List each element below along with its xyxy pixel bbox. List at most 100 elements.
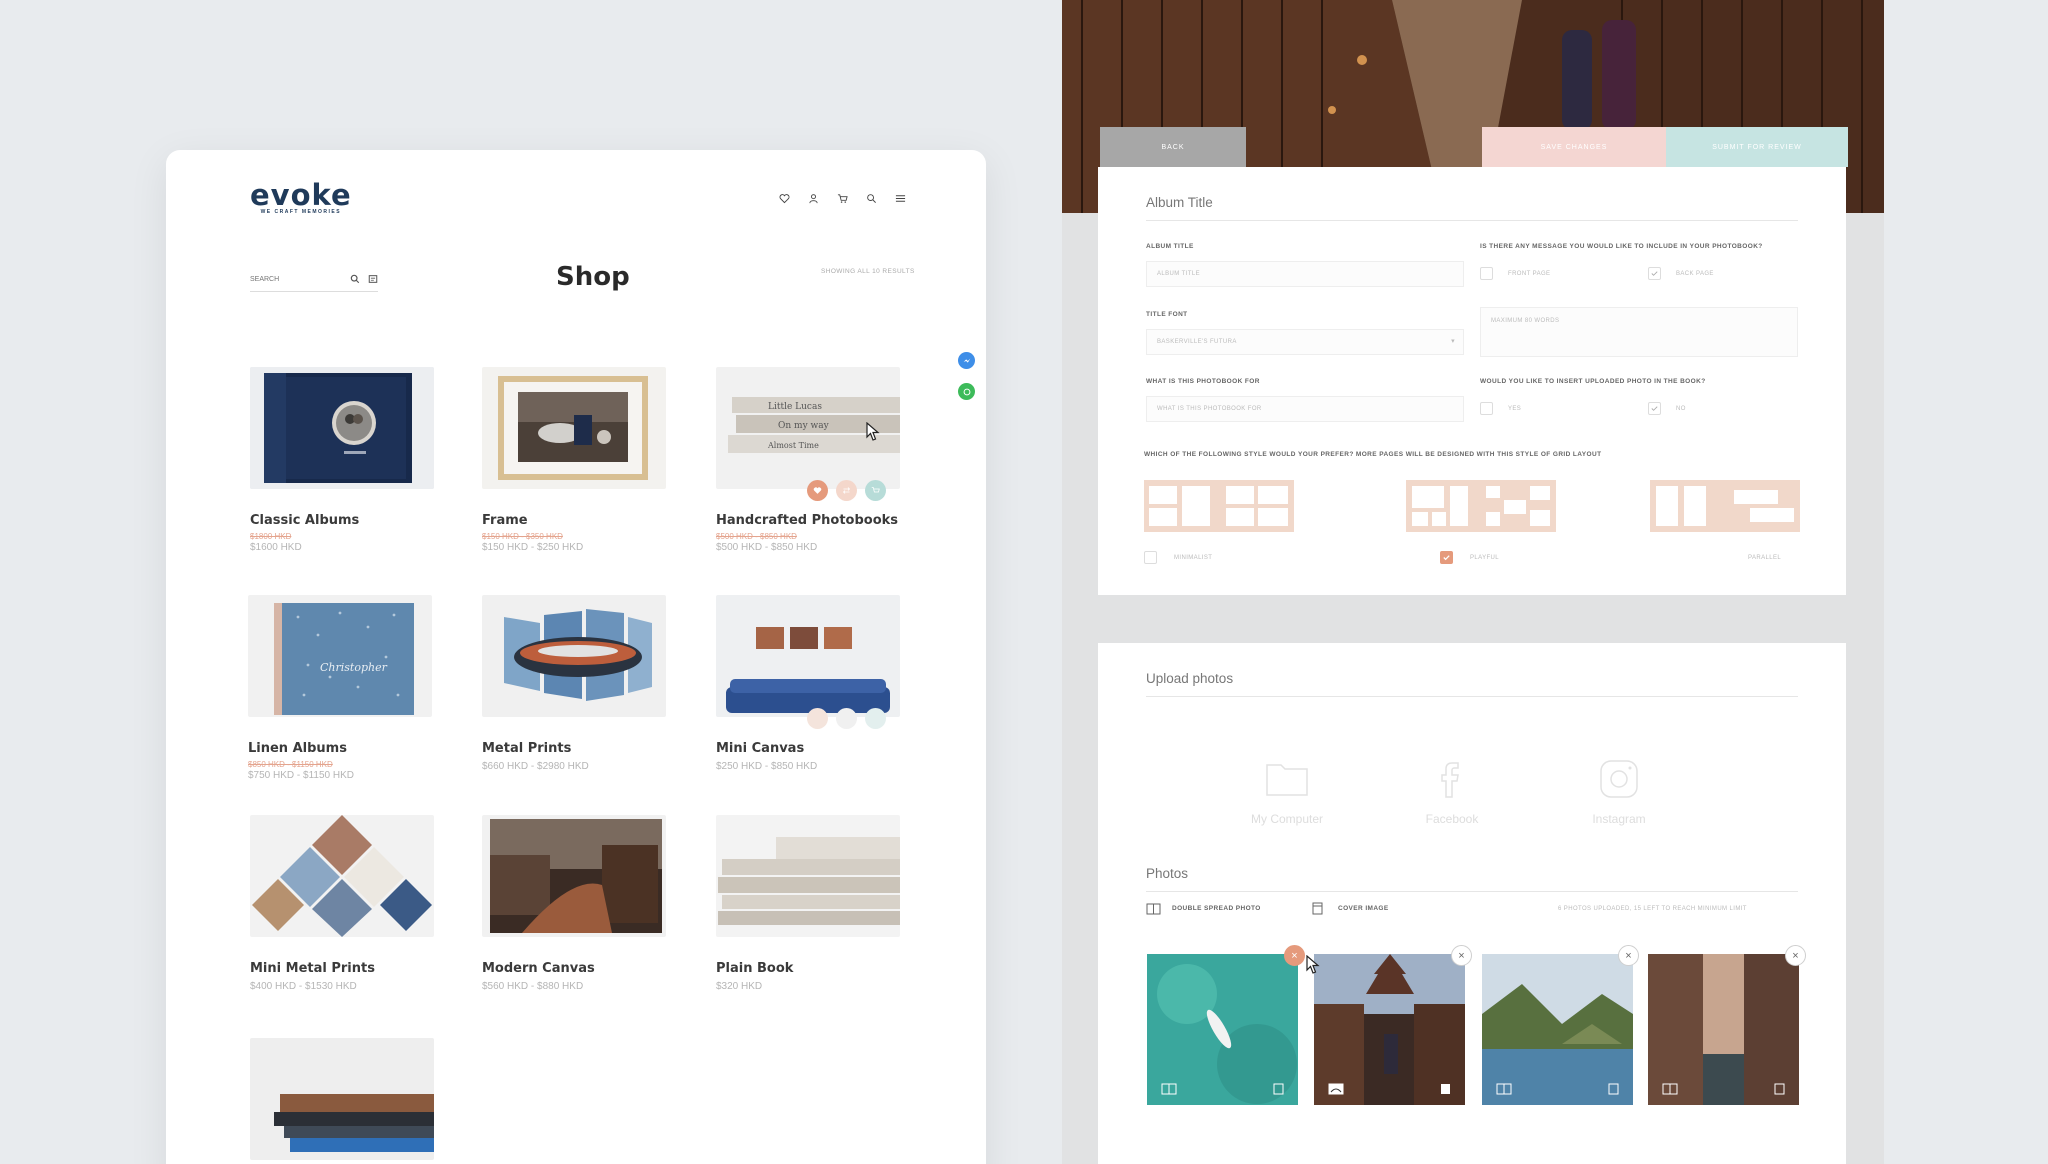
product-image[interactable] [482, 367, 666, 489]
remove-photo-icon[interactable]: × [1451, 945, 1472, 966]
product-image[interactable] [250, 1038, 434, 1160]
spine-text: On my way [778, 421, 830, 431]
product-name[interactable]: Linen Albums [248, 741, 434, 756]
facebook-source[interactable]: Facebook [1397, 755, 1507, 826]
compare-icon[interactable] [836, 480, 857, 501]
divider [1146, 220, 1798, 221]
double-spread-icon[interactable] [1328, 1083, 1344, 1095]
search-input[interactable] [250, 276, 340, 283]
cart-add-icon[interactable] [865, 708, 886, 729]
back-button[interactable]: BACK [1100, 127, 1246, 167]
instagram-source[interactable]: Instagram [1564, 755, 1674, 826]
product-price: $1600 HKD [250, 542, 302, 553]
message-textarea[interactable]: MAXIMUM 80 WORDS [1480, 307, 1798, 357]
compare-icon[interactable] [836, 708, 857, 729]
wishlist-icon[interactable] [807, 708, 828, 729]
evoke-logo[interactable]: evoke WE CRAFT MEMORIES [250, 178, 352, 215]
menu-icon[interactable] [892, 190, 909, 207]
product-name[interactable]: Modern Canvas [482, 961, 668, 976]
product-card[interactable]: Frame $150 HKD - $350 HKD $150 HKD - $25… [482, 367, 668, 553]
whatsapp-icon[interactable] [958, 383, 975, 400]
product-name[interactable]: Plain Book [716, 961, 902, 976]
product-card[interactable]: Metal Prints $660 HKD - $2980 HKD [482, 595, 668, 772]
product-card[interactable]: Plain Book $320 HKD [716, 815, 902, 992]
filter-icon[interactable] [368, 271, 378, 289]
photobook-for-input[interactable]: WHAT IS THIS PHOTOBOOK FOR [1146, 396, 1464, 422]
logo-word: evoke [250, 178, 352, 212]
remove-photo-icon[interactable]: × [1618, 945, 1639, 966]
quick-actions [807, 480, 886, 501]
save-changes-button[interactable]: SAVE CHANGES [1482, 127, 1666, 167]
album-title-input[interactable]: ALBUM TITLE [1146, 261, 1464, 287]
product-image[interactable] [482, 815, 666, 937]
submit-review-button[interactable]: SUBMIT FOR REVIEW [1666, 127, 1848, 167]
product-image[interactable] [716, 595, 900, 717]
instagram-icon [1600, 760, 1638, 798]
wishlist-icon[interactable] [807, 480, 828, 501]
cart-icon[interactable] [834, 190, 851, 207]
layout-parallel[interactable] [1650, 480, 1800, 532]
product-name[interactable]: Frame [482, 513, 668, 528]
user-icon[interactable] [805, 190, 822, 207]
product-price: $320 HKD [716, 981, 763, 992]
title-font-value: BASKERVILLE'S FUTURA [1157, 339, 1237, 345]
product-price: $150 HKD - $250 HKD [482, 542, 584, 553]
no-checkbox[interactable] [1648, 402, 1661, 415]
style-question: WHICH OF THE FOLLOWING STYLE WOULD YOUR … [1144, 451, 1602, 458]
uploaded-photo[interactable] [1314, 954, 1465, 1105]
product-name[interactable]: Handcrafted Photobooks [716, 513, 902, 528]
uploaded-photo[interactable] [1482, 954, 1633, 1105]
product-card[interactable]: Christopher Linen Albums $850 HKD - $115… [248, 595, 434, 781]
facebook-icon [1441, 762, 1459, 798]
product-image[interactable] [482, 595, 666, 717]
double-spread-icon[interactable] [1161, 1083, 1177, 1095]
cover-image-icon[interactable] [1608, 1083, 1619, 1095]
playful-checkbox[interactable] [1440, 551, 1453, 564]
cover-image-icon[interactable] [1273, 1083, 1284, 1095]
parallel-label: PARALLEL [1748, 555, 1782, 561]
messenger-icon[interactable] [958, 352, 975, 369]
double-spread-icon[interactable] [1496, 1083, 1512, 1095]
remove-photo-icon[interactable]: × [1284, 945, 1305, 966]
uploaded-photo[interactable] [1648, 954, 1799, 1105]
editor-window: BACK SAVE CHANGES SUBMIT FOR REVIEW Albu… [1062, 0, 1884, 1164]
back-page-checkbox[interactable] [1648, 267, 1661, 280]
cover-image-icon[interactable] [1440, 1083, 1451, 1095]
product-card[interactable]: Classic Albums $1800 HKD $1600 HKD [250, 367, 436, 553]
product-image[interactable]: Christopher [248, 595, 432, 717]
double-spread-icon[interactable] [1662, 1083, 1678, 1095]
product-image[interactable] [250, 815, 434, 937]
cover-image-icon[interactable] [1774, 1083, 1785, 1095]
photos-title: Photos [1146, 866, 1189, 881]
my-computer-source[interactable]: My Computer [1232, 755, 1342, 826]
cover-image-label: COVER IMAGE [1338, 905, 1389, 912]
search-icon[interactable] [863, 190, 880, 207]
product-price: $400 HKD - $1530 HKD [250, 981, 357, 992]
uploaded-photo[interactable] [1147, 954, 1298, 1105]
product-name[interactable]: Metal Prints [482, 741, 668, 756]
product-image[interactable] [250, 367, 434, 489]
product-image[interactable] [716, 815, 900, 937]
front-page-checkbox[interactable] [1480, 267, 1493, 280]
layout-minimalist[interactable] [1144, 480, 1294, 532]
product-image[interactable]: Little Lucas On my way Almost Time [716, 367, 900, 489]
layout-playful[interactable] [1406, 480, 1556, 532]
remove-photo-icon[interactable]: × [1785, 945, 1806, 966]
search-icon[interactable] [350, 271, 360, 289]
product-card[interactable] [250, 1038, 436, 1160]
title-font-select[interactable]: BASKERVILLE'S FUTURA ▾ [1146, 329, 1464, 355]
product-card[interactable]: Mini Metal Prints $400 HKD - $1530 HKD [250, 815, 436, 992]
product-card[interactable]: Mini Canvas $250 HKD - $850 HKD [716, 595, 902, 772]
product-card[interactable]: Modern Canvas $560 HKD - $880 HKD [482, 815, 668, 992]
parallel-checkbox[interactable] [1716, 551, 1729, 564]
logo-tagline: WE CRAFT MEMORIES [260, 209, 342, 215]
minimalist-checkbox[interactable] [1144, 551, 1157, 564]
heart-icon[interactable] [776, 190, 793, 207]
yes-checkbox[interactable] [1480, 402, 1493, 415]
product-name[interactable]: Mini Metal Prints [250, 961, 436, 976]
cart-add-icon[interactable] [865, 480, 886, 501]
product-card[interactable]: Little Lucas On my way Almost Time Handc… [716, 367, 902, 553]
product-name[interactable]: Mini Canvas [716, 741, 902, 756]
insert-photo-question: WOULD YOU LIKE TO INSERT UPLOADED PHOTO … [1480, 378, 1706, 385]
product-name[interactable]: Classic Albums [250, 513, 436, 528]
